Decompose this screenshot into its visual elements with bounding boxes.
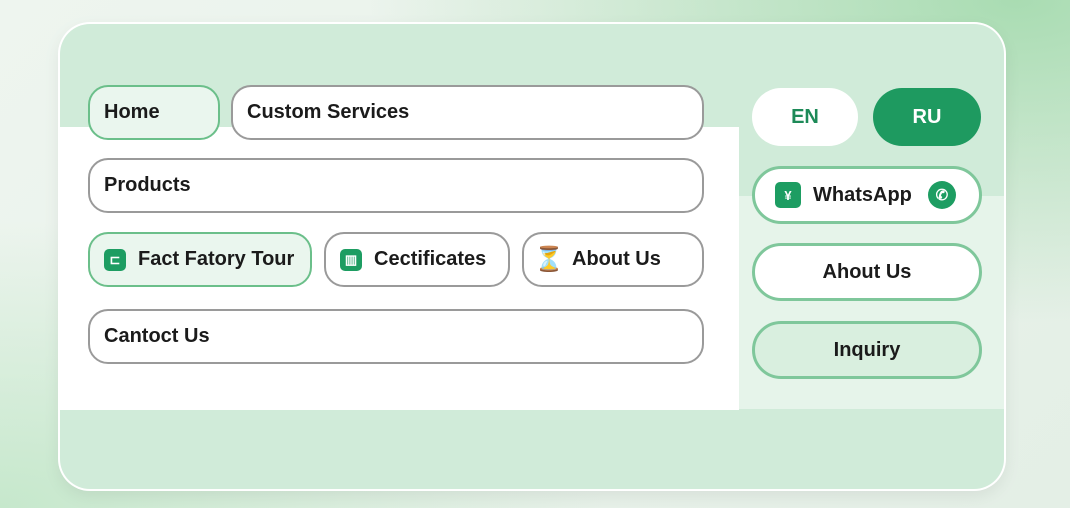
- inquiry-button[interactable]: Inquiry: [752, 321, 982, 379]
- nav-home[interactable]: Home: [88, 85, 220, 140]
- lang-ru-button[interactable]: RU: [873, 88, 981, 146]
- nav-contact-us[interactable]: Cantoct Us: [88, 309, 704, 364]
- nav-products-label: Products: [104, 174, 191, 196]
- nav-factory-tour[interactable]: ⊏ Fact Fatory Tour: [88, 232, 312, 287]
- certificate-icon: ▥: [340, 248, 362, 271]
- nav-products[interactable]: Products: [88, 158, 704, 213]
- side-about-button[interactable]: Ahout Us: [752, 243, 982, 301]
- whatsapp-label: WhatsApp: [813, 183, 912, 206]
- factory-tour-icon: ⊏: [104, 248, 126, 271]
- lang-ru-label: RU: [912, 105, 942, 128]
- nav-certificates-label: Cectificates: [374, 248, 487, 270]
- nav-about-us[interactable]: ⏳ About Us: [522, 232, 704, 287]
- chevron-badge-icon: ¥: [775, 182, 801, 208]
- nav-home-label: Home: [104, 101, 160, 123]
- side-about-label: Ahout Us: [822, 260, 912, 283]
- nav-custom-services[interactable]: Custom Services: [231, 85, 704, 140]
- nav-contact-us-label: Cantoct Us: [104, 325, 210, 347]
- lang-en-button[interactable]: EN: [752, 88, 858, 146]
- lang-en-label: EN: [791, 105, 819, 128]
- about-us-icon: ⏳: [534, 246, 564, 273]
- nav-certificates[interactable]: ▥ Cectificates: [324, 232, 510, 287]
- whatsapp-icon: ✆: [927, 181, 956, 209]
- nav-about-us-label: About Us: [572, 248, 661, 270]
- whatsapp-button[interactable]: ¥ WhatsApp ✆: [752, 166, 982, 224]
- inquiry-label: Inquiry: [833, 338, 901, 361]
- menu-card: Home Custom Services Products ⊏ Fact Fat…: [60, 24, 1004, 489]
- nav-factory-tour-label: Fact Fatory Tour: [138, 248, 295, 270]
- nav-custom-services-label: Custom Services: [247, 101, 410, 123]
